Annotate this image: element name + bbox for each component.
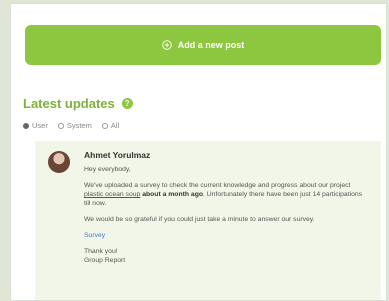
filter-user[interactable]: User xyxy=(23,121,48,130)
help-icon[interactable]: ? xyxy=(121,98,133,109)
filter-system-label: System xyxy=(66,121,92,130)
avatar[interactable] xyxy=(48,151,70,173)
filter-all-label: All xyxy=(110,121,120,130)
post-body: Hey everybody, We've uploaded a survey t… xyxy=(84,165,369,265)
update-post: Ahmet Yorulmaz Hey everybody, We've uplo… xyxy=(35,141,381,300)
add-post-button[interactable]: Add a new post xyxy=(25,25,381,65)
post-author[interactable]: Ahmet Yorulmaz xyxy=(84,150,150,160)
section-title-text: Latest updates xyxy=(23,96,115,111)
updates-card: Add a new post Latest updates ? User Sys… xyxy=(10,3,387,301)
section-title: Latest updates ? xyxy=(23,96,133,111)
update-filters: User System All xyxy=(23,121,119,130)
post-time: about a month ago xyxy=(142,191,203,198)
radio-icon[interactable] xyxy=(101,122,108,129)
radio-icon[interactable] xyxy=(23,122,29,129)
survey-link[interactable]: Survey xyxy=(84,232,105,239)
plus-circle-icon xyxy=(161,40,172,50)
post-greeting: Hey everybody, xyxy=(84,166,131,173)
post-text: We've uploaded a survey to check the cur… xyxy=(84,182,351,189)
project-link[interactable]: plastic ocean soup xyxy=(84,191,140,198)
post-paragraph-1: We've uploaded a survey to check the cur… xyxy=(84,181,369,208)
post-paragraph-2: We would be so grateful if you could jus… xyxy=(84,216,315,223)
post-closing-2: Group Report xyxy=(84,257,126,264)
filter-system[interactable]: System xyxy=(57,121,92,130)
radio-icon[interactable] xyxy=(57,122,64,129)
filter-all[interactable]: All xyxy=(101,121,120,130)
filter-user-label: User xyxy=(32,121,48,130)
add-post-label: Add a new post xyxy=(177,40,245,50)
post-closing-1: Thank you! xyxy=(84,248,118,255)
